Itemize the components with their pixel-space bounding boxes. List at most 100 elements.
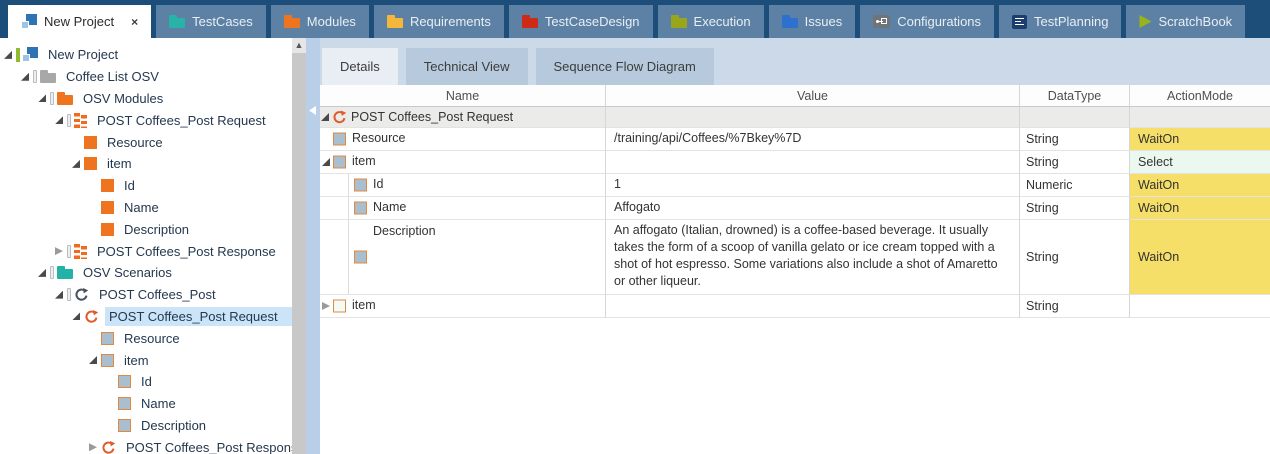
folder-icon bbox=[284, 15, 300, 28]
tree-expander-icon[interactable] bbox=[72, 160, 80, 168]
tree-expander-icon[interactable] bbox=[21, 73, 29, 81]
tree-item-resource[interactable]: Resource bbox=[0, 327, 292, 349]
actionmode-cell[interactable]: WaitOn bbox=[1130, 220, 1270, 295]
tree-item-new-project[interactable]: New Project bbox=[0, 44, 292, 66]
field-square-icon bbox=[84, 157, 97, 170]
scroll-up-icon[interactable]: ▲ bbox=[292, 38, 306, 53]
tree-item-post-coffees-post-request[interactable]: POST Coffees_Post Request bbox=[0, 109, 292, 131]
tree-expander-icon[interactable] bbox=[89, 356, 97, 364]
doc-bar-icon bbox=[50, 92, 54, 105]
tree-expander-icon[interactable] bbox=[38, 269, 46, 277]
actionmode-cell[interactable]: Select bbox=[1130, 151, 1270, 174]
tree-item-description[interactable]: Description bbox=[0, 218, 292, 240]
tree-item-post-coffees-post[interactable]: POST Coffees_Post bbox=[0, 284, 292, 306]
row-expander-icon[interactable] bbox=[322, 158, 330, 166]
tab-scratchbook[interactable]: ScratchBook bbox=[1126, 5, 1245, 38]
tree-item-name[interactable]: Name bbox=[0, 393, 292, 415]
tab-new-project[interactable]: New Project× bbox=[8, 5, 151, 38]
tree-item-resource[interactable]: Resource bbox=[0, 131, 292, 153]
tree-expander-icon[interactable] bbox=[89, 443, 97, 451]
view-tab-sequence-flow-diagram[interactable]: Sequence Flow Diagram bbox=[536, 48, 714, 85]
tree-item-post-coffees-post-request[interactable]: POST Coffees_Post Request bbox=[0, 306, 292, 328]
name-cell[interactable]: POST Coffees_Post Request bbox=[320, 107, 606, 128]
tab-testcases[interactable]: TestCases bbox=[156, 5, 266, 38]
view-tab-technical-view[interactable]: Technical View bbox=[406, 48, 528, 85]
tree-item-osv-modules[interactable]: OSV Modules bbox=[0, 88, 292, 110]
field-square-icon bbox=[354, 251, 367, 264]
tab-configurations[interactable]: Configurations bbox=[860, 5, 994, 38]
tree-item-coffee-list-osv[interactable]: Coffee List OSV bbox=[0, 66, 292, 88]
panel-splitter[interactable] bbox=[306, 38, 320, 454]
tab-execution[interactable]: Execution bbox=[658, 5, 764, 38]
tree-item-description[interactable]: Description bbox=[0, 415, 292, 437]
grid-row-item: item String bbox=[320, 295, 1270, 318]
refresh-icon bbox=[101, 440, 116, 454]
field-square-icon bbox=[84, 136, 97, 149]
grid-row-description: DescriptionAn affogato (Italian, drowned… bbox=[320, 220, 1270, 295]
tab-testplanning[interactable]: TestPlanning bbox=[999, 5, 1121, 38]
value-cell[interactable]: /training/api/Coffees/%7Bkey%7D bbox=[606, 128, 1020, 151]
close-icon[interactable]: × bbox=[131, 15, 138, 29]
tab-testcasedesign[interactable]: TestCaseDesign bbox=[509, 5, 653, 38]
column-header-datatype: DataType bbox=[1020, 85, 1130, 107]
tree-item-post-coffees-post-response[interactable]: POST Coffees_Post Response bbox=[0, 436, 292, 454]
value-cell[interactable] bbox=[606, 151, 1020, 174]
datatype-cell[interactable]: String bbox=[1020, 220, 1130, 295]
tab-modules[interactable]: Modules bbox=[271, 5, 369, 38]
actionmode-cell[interactable] bbox=[1130, 295, 1270, 318]
name-cell[interactable]: Resource bbox=[320, 128, 606, 151]
value-cell[interactable] bbox=[606, 295, 1020, 318]
actionmode-cell[interactable]: WaitOn bbox=[1130, 174, 1270, 197]
scrollbar-thumb[interactable] bbox=[292, 53, 306, 454]
tree-item-osv-scenarios[interactable]: OSV Scenarios bbox=[0, 262, 292, 284]
value-cell[interactable] bbox=[606, 107, 1020, 128]
tree-expander-icon[interactable] bbox=[72, 312, 80, 320]
project-logo-icon bbox=[16, 47, 38, 62]
name-cell[interactable]: Description bbox=[320, 220, 606, 295]
row-expander-icon[interactable] bbox=[322, 302, 330, 310]
datatype-cell[interactable]: Numeric bbox=[1020, 174, 1130, 197]
tree-item-post-coffees-post-response[interactable]: POST Coffees_Post Response bbox=[0, 240, 292, 262]
tree-item-label: OSV Modules bbox=[79, 89, 167, 108]
tree-expander-icon[interactable] bbox=[4, 51, 12, 59]
tab-label: Execution bbox=[694, 14, 751, 29]
datatype-cell[interactable]: String bbox=[1020, 295, 1130, 318]
tree-item-label: Name bbox=[137, 394, 180, 413]
tree-item-id[interactable]: Id bbox=[0, 175, 292, 197]
name-cell[interactable]: Id bbox=[320, 174, 606, 197]
tree-item-label: Resource bbox=[120, 329, 184, 348]
datatype-cell[interactable]: String bbox=[1020, 151, 1130, 174]
collapse-panel-icon[interactable] bbox=[309, 106, 316, 115]
tab-issues[interactable]: Issues bbox=[769, 5, 856, 38]
datatype-cell[interactable]: String bbox=[1020, 197, 1130, 220]
tree-expander-icon[interactable] bbox=[55, 247, 63, 255]
value-cell[interactable]: An affogato (Italian, drowned) is a coff… bbox=[606, 220, 1020, 295]
folder-icon bbox=[671, 15, 687, 28]
tree-item-id[interactable]: Id bbox=[0, 371, 292, 393]
name-cell[interactable]: Name bbox=[320, 197, 606, 220]
name-cell[interactable]: item bbox=[320, 295, 606, 318]
row-expander-icon[interactable] bbox=[321, 113, 329, 121]
tree-expander-icon[interactable] bbox=[55, 291, 63, 299]
value-cell[interactable]: 1 bbox=[606, 174, 1020, 197]
actionmode-cell[interactable] bbox=[1130, 107, 1270, 128]
value-cell[interactable]: Affogato bbox=[606, 197, 1020, 220]
tree-item-item[interactable]: item bbox=[0, 349, 292, 371]
tree-expander-icon[interactable] bbox=[55, 116, 63, 124]
actionmode-cell[interactable]: WaitOn bbox=[1130, 128, 1270, 151]
datatype-cell[interactable]: String bbox=[1020, 128, 1130, 151]
view-tab-details[interactable]: Details bbox=[322, 48, 398, 85]
actionmode-cell[interactable]: WaitOn bbox=[1130, 197, 1270, 220]
tree-scrollbar[interactable]: ▲ bbox=[292, 38, 306, 454]
name-cell[interactable]: item bbox=[320, 151, 606, 174]
tab-label: TestPlanning bbox=[1034, 14, 1108, 29]
tree-item-name[interactable]: Name bbox=[0, 197, 292, 219]
tree-expander-icon[interactable] bbox=[38, 94, 46, 102]
module-connector-icon bbox=[74, 113, 87, 128]
field-square-icon bbox=[118, 419, 131, 432]
datatype-cell[interactable] bbox=[1020, 107, 1130, 128]
tree-item-item[interactable]: item bbox=[0, 153, 292, 175]
tab-requirements[interactable]: Requirements bbox=[374, 5, 504, 38]
refresh-icon bbox=[74, 287, 89, 302]
field-square-icon bbox=[333, 300, 346, 313]
